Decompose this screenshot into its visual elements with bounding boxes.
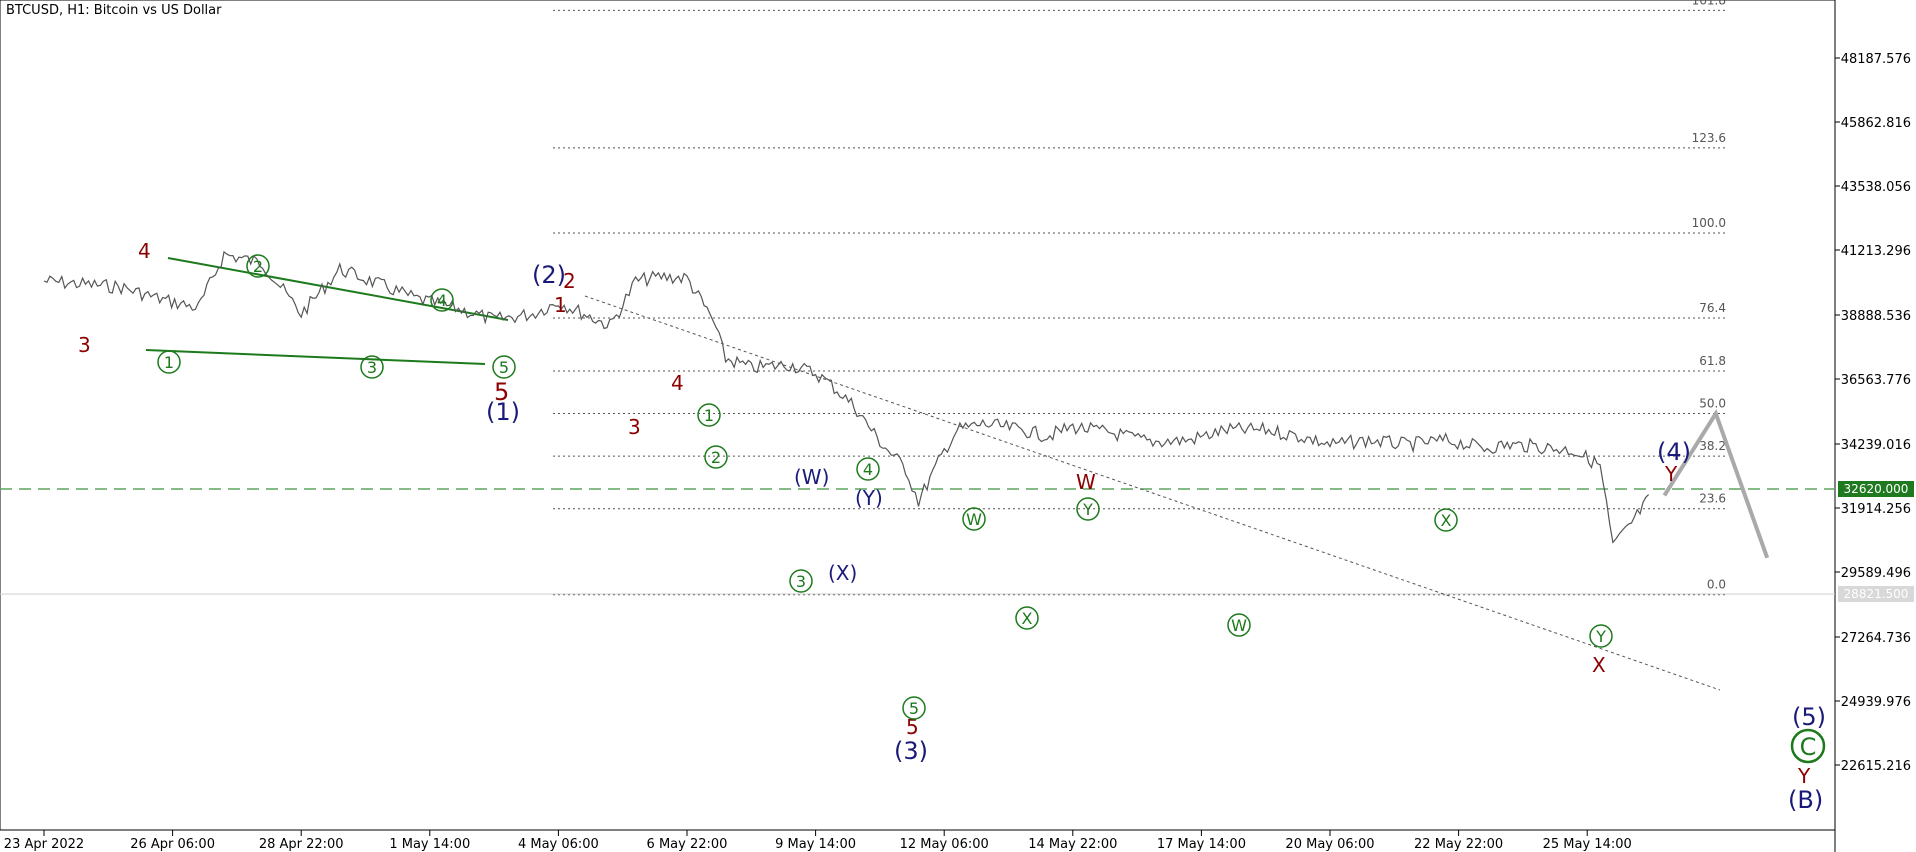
projection-line	[1662, 408, 1770, 559]
x-tick-label: 20 May 06:00	[1285, 837, 1374, 852]
wave-label: (2)	[532, 261, 566, 289]
y-tick-label: 41213.296	[1841, 244, 1911, 259]
y-tick-label: 34239.016	[1841, 438, 1911, 453]
wave-circle-label: 3	[367, 358, 377, 377]
wave-circle-label: 2	[253, 257, 263, 276]
y-tick-label: 38888.536	[1841, 309, 1911, 324]
wave-circle-label: 5	[499, 358, 509, 377]
wave-label: (W)	[794, 465, 829, 489]
fib-level-label: 61.8	[1699, 354, 1726, 368]
wave-circle-label: 3	[796, 572, 806, 591]
wave-label: W	[1076, 470, 1096, 494]
y-tick-label: 48187.576	[1841, 52, 1911, 67]
wave-label: 3	[628, 415, 641, 439]
wave-circle-label: W	[966, 510, 982, 529]
x-tick-label: 23 Apr 2022	[4, 837, 84, 852]
x-tick-label: 9 May 14:00	[775, 837, 856, 852]
y-tick-label: 29589.496	[1841, 566, 1911, 581]
x-tick-label: 17 May 14:00	[1157, 837, 1246, 852]
price-series-line	[43, 250, 1650, 544]
wave-circle-label: 5	[909, 699, 919, 718]
x-tick-label: 6 May 22:00	[647, 837, 728, 852]
y-tick-label: 36563.776	[1841, 373, 1911, 388]
target-price-label: 32620.000	[1844, 482, 1909, 496]
fib-level-label: 100.0	[1692, 216, 1726, 230]
x-tick-label: 4 May 06:00	[518, 837, 599, 852]
fib-level-label: 23.6	[1699, 492, 1726, 506]
wave-labels-red: 4 3 5 2 1 3 4 5 W X Y Y	[78, 239, 1811, 788]
wave-labels-navy: (1) (2) (3) (4) (5) (B) (W) (Y) (X)	[486, 261, 1826, 814]
price-chart: 161.8 123.6 100.0 76.4 61.8 50.0 38.2 23.6 0.0 4…	[0, 0, 1914, 852]
wave-circle-label: 1	[164, 353, 174, 372]
wave-circle-label: X	[1022, 609, 1033, 628]
wave-label: (X)	[828, 561, 857, 585]
wave-label: 3	[78, 333, 91, 357]
price-axis: 48187.576 45862.816 43538.056 41213.296 3888…	[1835, 52, 1911, 774]
x-tick-label: 12 May 06:00	[900, 837, 989, 852]
y-tick-label: 24939.976	[1841, 695, 1911, 710]
wave-circle-label: 4	[437, 291, 447, 310]
x-tick-label: 25 May 14:00	[1543, 837, 1632, 852]
wave-label: (Y)	[855, 486, 883, 510]
y-tick-label: 27264.736	[1841, 631, 1911, 646]
wave-circle-label: 4	[863, 460, 873, 479]
wave-circle-label: 1	[704, 406, 714, 425]
wave-circle-label: 2	[711, 448, 721, 467]
wave-label: (5)	[1792, 703, 1826, 731]
y-tick-label: 31914.256	[1841, 502, 1911, 517]
wave-label: (B)	[1788, 786, 1823, 814]
wave-label: (1)	[486, 398, 520, 426]
x-tick-label: 22 May 22:00	[1414, 837, 1503, 852]
fibonacci-levels: 161.8 123.6 100.0 76.4 61.8 50.0 38.2 23.6 0.0	[553, 0, 1728, 596]
wave-label: Y	[1797, 764, 1811, 788]
current-price-label: 28821.500	[1844, 587, 1909, 601]
wave-circle-label: Y	[1082, 500, 1093, 519]
y-tick-label: 22615.216	[1841, 759, 1911, 774]
fib-level-label: 38.2	[1699, 439, 1726, 453]
fib-level-label: 123.6	[1692, 131, 1726, 145]
wave-circle-label: C	[1800, 733, 1817, 761]
y-tick-label: 43538.056	[1841, 180, 1911, 195]
x-tick-label: 28 Apr 22:00	[259, 837, 344, 852]
wave-label: 1	[554, 293, 567, 317]
y-tick-label: 45862.816	[1841, 116, 1911, 131]
wedge-lower-line[interactable]	[145, 349, 486, 365]
fib-level-label: 161.8	[1692, 0, 1726, 7]
wave-circle-label: W	[1231, 616, 1247, 635]
fib-level-label: 0.0	[1707, 578, 1726, 592]
dotted-trend-line[interactable]	[584, 295, 1721, 691]
wave-label: 4	[138, 239, 151, 263]
wave-label: X	[1592, 653, 1606, 677]
wave-label: (3)	[894, 737, 928, 765]
wave-label: (4)	[1657, 438, 1691, 466]
wave-label: 4	[671, 371, 684, 395]
fib-level-label: 76.4	[1699, 301, 1726, 315]
x-tick-label: 26 Apr 06:00	[130, 837, 215, 852]
fib-level-label: 50.0	[1699, 397, 1726, 411]
x-tick-label: 1 May 14:00	[389, 837, 470, 852]
wave-circle-label: X	[1441, 511, 1452, 530]
wave-circle-label: Y	[1595, 627, 1606, 646]
time-axis: 23 Apr 2022 26 Apr 06:00 28 Apr 22:00 1 May…	[4, 830, 1632, 852]
x-tick-label: 14 May 22:00	[1028, 837, 1117, 852]
